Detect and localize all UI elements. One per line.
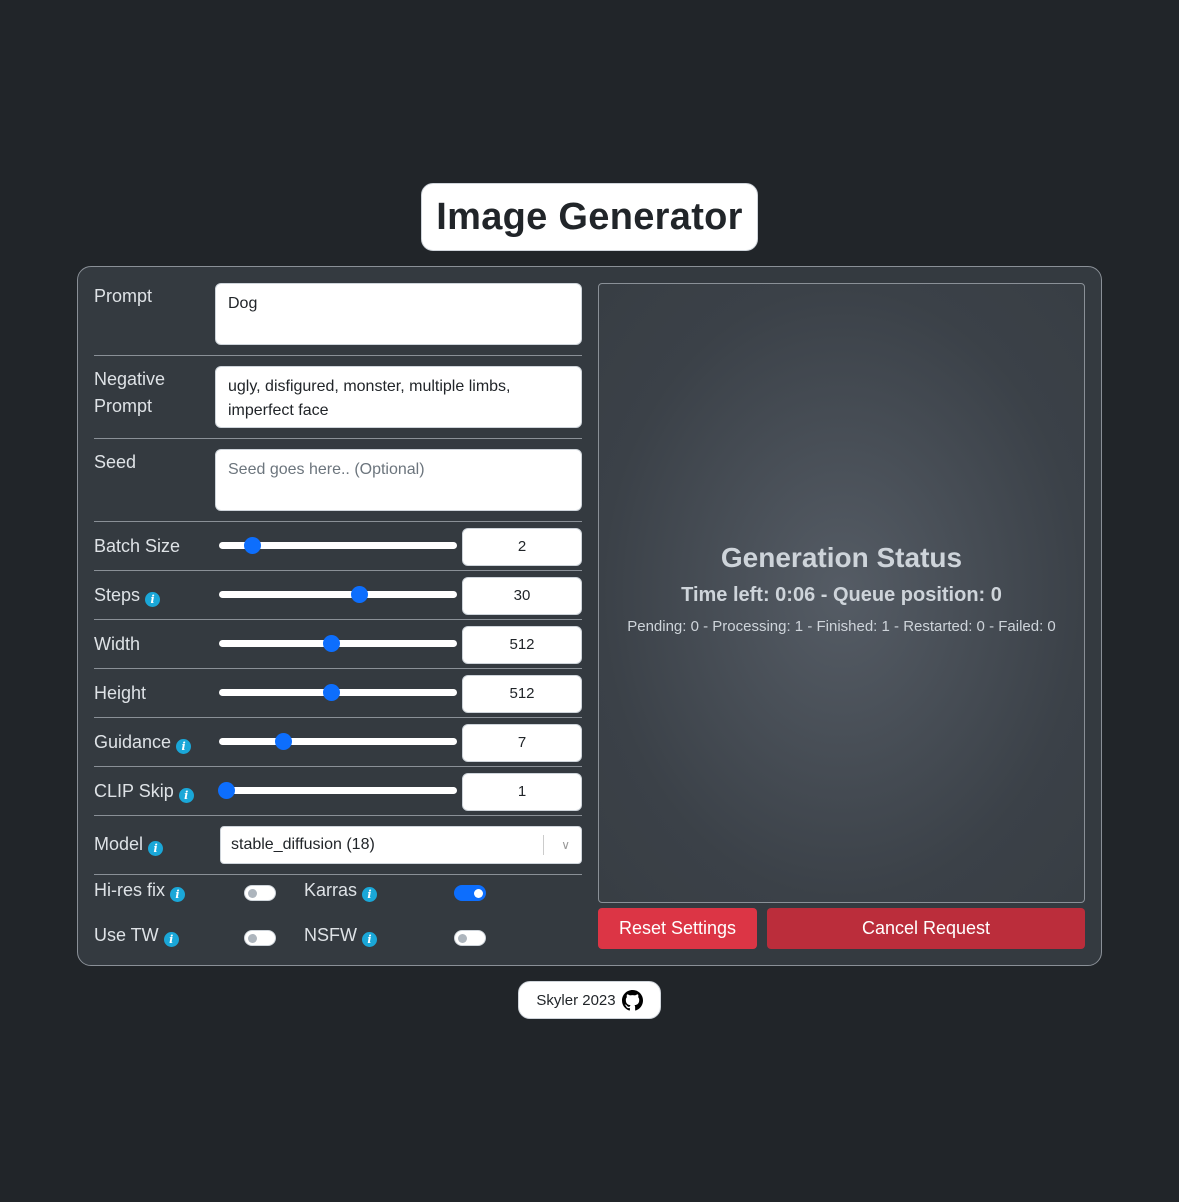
info-icon[interactable]: i: [178, 788, 194, 803]
height-row: Height 512: [94, 669, 582, 718]
info-icon[interactable]: i: [362, 887, 378, 902]
queue-counts-text: Pending: 0 - Processing: 1 - Finished: 1…: [627, 618, 1056, 635]
prompt-label: Prompt: [94, 286, 153, 306]
toggle-knob: [248, 934, 257, 943]
generation-status-panel: Generation Status Time left: 0:06 - Queu…: [598, 283, 1085, 903]
nsfw-toggle[interactable]: [454, 930, 486, 946]
negative-prompt-row: Negative Prompt: [94, 356, 582, 439]
batch-size-input[interactable]: 2: [462, 528, 582, 566]
title-card: Image Generator: [421, 183, 758, 251]
width-input[interactable]: 512: [462, 626, 582, 664]
toggle-knob: [474, 889, 483, 898]
info-icon[interactable]: i: [362, 932, 377, 947]
karras-label: Karras i: [304, 877, 378, 904]
negative-prompt-label: Negative Prompt: [94, 369, 166, 416]
info-icon[interactable]: i: [145, 592, 161, 607]
info-icon[interactable]: i: [148, 841, 164, 856]
steps-input[interactable]: 30: [462, 577, 582, 615]
prompt-input[interactable]: [215, 283, 582, 345]
slider-thumb[interactable]: [322, 684, 340, 701]
slider-thumb[interactable]: [275, 733, 293, 750]
steps-label: Steps i: [94, 582, 161, 609]
info-icon[interactable]: i: [170, 887, 185, 902]
generator-panel: Prompt Negative Prompt Seed Batch Size 2…: [77, 266, 1102, 966]
seed-row: Seed: [94, 439, 582, 522]
slider-thumb[interactable]: [218, 782, 236, 799]
model-label: Model i: [94, 831, 164, 858]
use-tw-toggle[interactable]: [244, 930, 276, 946]
use-tw-label: Use TW i: [94, 922, 179, 949]
slider-thumb[interactable]: [322, 635, 340, 652]
slider-thumb[interactable]: [244, 537, 262, 554]
karras-toggle[interactable]: [454, 885, 486, 901]
seed-input[interactable]: [215, 449, 582, 511]
reset-settings-button[interactable]: Reset Settings: [598, 908, 757, 949]
prompt-row: Prompt: [94, 283, 582, 356]
batch-size-label: Batch Size: [94, 536, 181, 556]
hires-fix-toggle[interactable]: [244, 885, 276, 901]
guidance-input[interactable]: 7: [462, 724, 582, 762]
guidance-row: Guidance i 7: [94, 718, 582, 767]
width-slider[interactable]: [219, 635, 457, 652]
hires-fix-label: Hi-res fix i: [94, 877, 185, 904]
toggle-knob: [458, 934, 467, 943]
model-select-value: stable_diffusion (18): [231, 836, 375, 853]
slider-thumb[interactable]: [351, 586, 369, 603]
steps-slider[interactable]: [219, 586, 457, 603]
toggle-options: Hi-res fix i Karras i Use TW i NSFW i: [94, 875, 582, 967]
model-row: Model i stable_diffusion (18) ∨: [94, 816, 582, 875]
page-title: Image Generator: [436, 195, 743, 238]
info-icon[interactable]: i: [163, 932, 179, 947]
batch-size-slider[interactable]: [219, 537, 457, 554]
time-left-text: Time left: 0:06 - Queue position: 0: [681, 584, 1002, 606]
cancel-request-button[interactable]: Cancel Request: [767, 908, 1085, 949]
settings-form: Prompt Negative Prompt Seed Batch Size 2…: [94, 283, 582, 967]
height-slider[interactable]: [219, 684, 457, 701]
status-heading: Generation Status: [720, 542, 963, 573]
guidance-label: Guidance i: [94, 729, 192, 756]
toggle-knob: [248, 889, 257, 898]
clip-skip-row: CLIP Skip i 1: [94, 767, 582, 816]
batch-size-row: Batch Size 2: [94, 522, 582, 571]
clip-skip-slider[interactable]: [218, 782, 457, 799]
clip-skip-input[interactable]: 1: [462, 773, 582, 811]
width-label: Width: [94, 634, 141, 654]
steps-row: Steps i 30: [94, 571, 582, 620]
height-label: Height: [94, 683, 147, 703]
guidance-slider[interactable]: [219, 733, 457, 750]
footer-credit[interactable]: Skyler 2023: [518, 981, 661, 1019]
clip-skip-label: CLIP Skip i: [94, 778, 194, 805]
model-select[interactable]: stable_diffusion (18) ∨: [220, 826, 582, 864]
negative-prompt-input[interactable]: [215, 366, 582, 428]
height-input[interactable]: 512: [462, 675, 582, 713]
width-row: Width 512: [94, 620, 582, 669]
select-separator: [543, 835, 544, 855]
chevron-down-icon[interactable]: ∨: [561, 827, 570, 863]
info-icon[interactable]: i: [176, 739, 192, 754]
seed-label: Seed: [94, 452, 137, 472]
nsfw-label: NSFW i: [304, 922, 377, 949]
footer-text: Skyler 2023: [536, 991, 616, 1009]
github-icon[interactable]: [621, 989, 643, 1011]
